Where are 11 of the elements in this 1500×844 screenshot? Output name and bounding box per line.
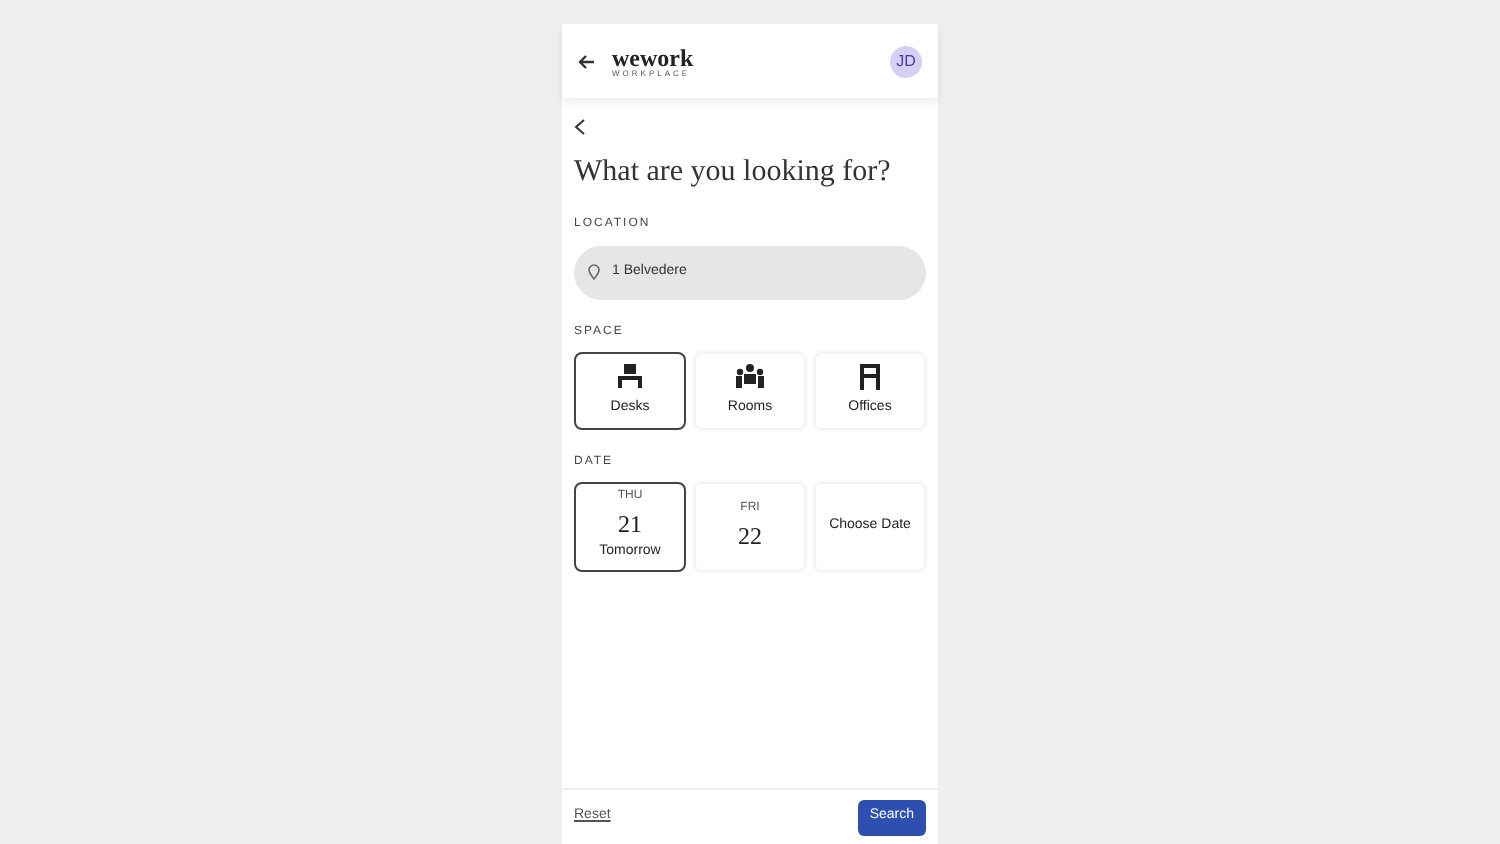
- chevron-left-icon[interactable]: [574, 118, 586, 136]
- avatar[interactable]: JD: [890, 45, 922, 77]
- page-title: What are you looking for?: [574, 154, 893, 192]
- meeting-icon: [734, 361, 766, 390]
- door-icon: [858, 361, 882, 390]
- location-pin-icon: [588, 264, 600, 280]
- back-arrow-icon[interactable]: [578, 53, 596, 69]
- day-number: 21: [618, 508, 642, 543]
- day-number: 22: [738, 519, 762, 553]
- desk-icon: [616, 361, 644, 390]
- logo: wework: [612, 45, 694, 69]
